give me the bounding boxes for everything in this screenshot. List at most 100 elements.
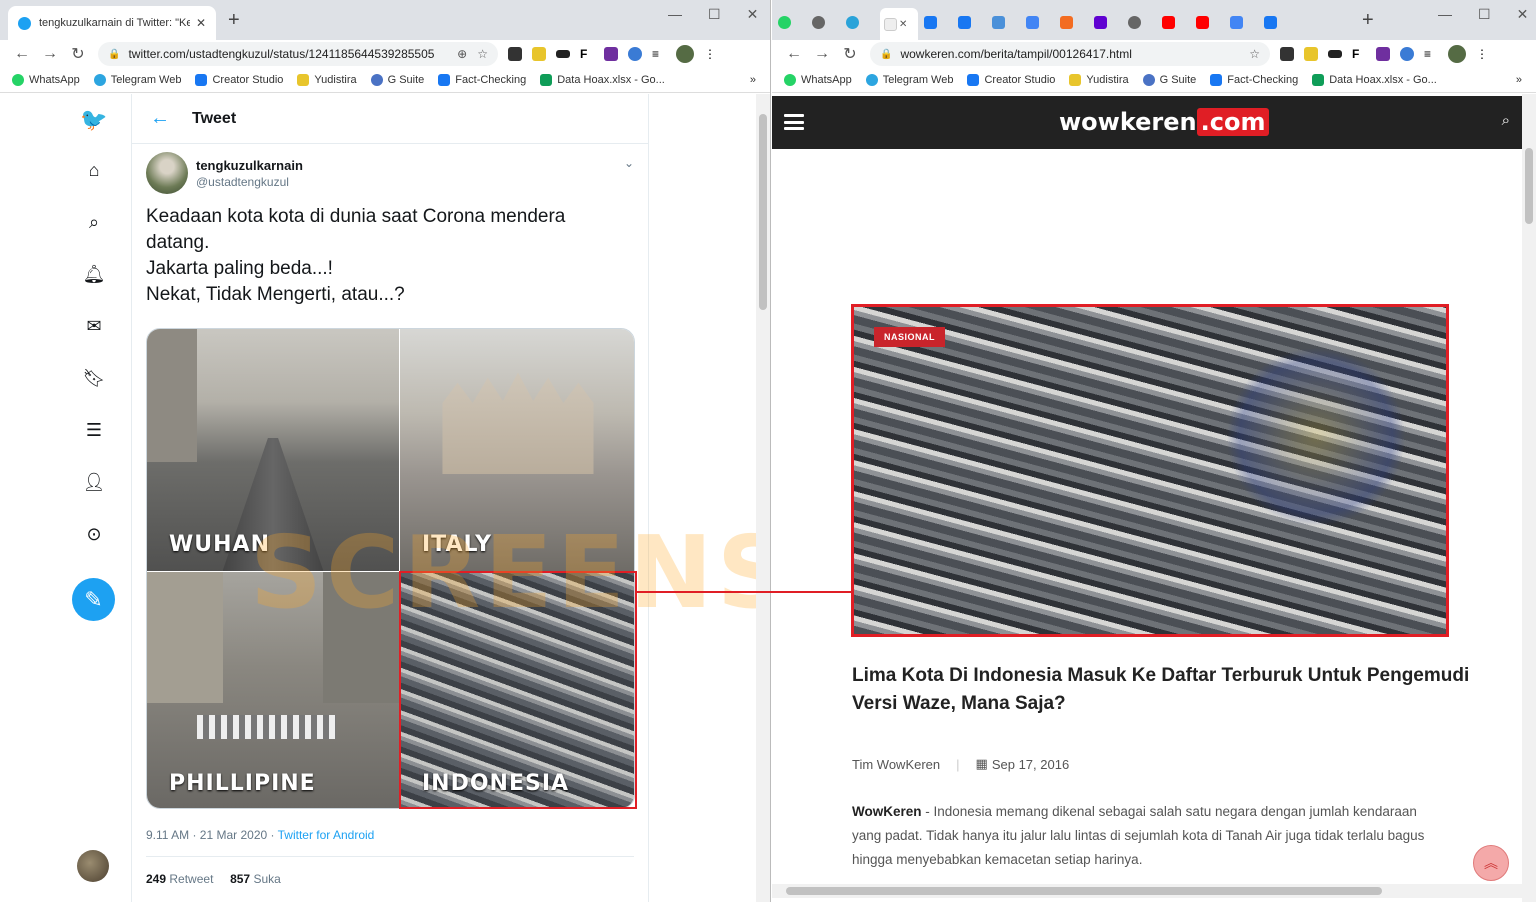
- tab-translate[interactable]: [1026, 11, 1054, 33]
- facebook-f-icon[interactable]: F: [1352, 47, 1366, 61]
- forward-arrow-icon[interactable]: →: [808, 45, 836, 63]
- tab-youtube[interactable]: [1162, 11, 1190, 33]
- extension-icon[interactable]: [604, 47, 618, 61]
- facebook-f-icon[interactable]: F: [580, 47, 594, 61]
- search-icon[interactable]: ⌕: [1502, 112, 1510, 129]
- extension-icon[interactable]: [1280, 47, 1294, 61]
- bookmark-yudistira[interactable]: Yudistira: [1069, 74, 1129, 86]
- menu-dots-icon[interactable]: ⋮: [1476, 47, 1490, 61]
- profile-avatar-icon[interactable]: [676, 45, 694, 63]
- bookmark-yudistira[interactable]: Yudistira: [297, 74, 357, 86]
- address-bar[interactable]: 🔒 wowkeren.com/berita/tampil/00126417.ht…: [870, 42, 1270, 66]
- reload-icon[interactable]: ↻: [836, 44, 864, 64]
- bookmark-data-hoax[interactable]: Data Hoax.xlsx - Go...: [540, 74, 665, 86]
- article-author[interactable]: Tim WowKeren: [852, 757, 940, 772]
- back-arrow-icon[interactable]: ←: [150, 107, 192, 130]
- profile-avatar-icon[interactable]: [1448, 45, 1466, 63]
- reload-icon[interactable]: ↻: [64, 44, 92, 64]
- forward-arrow-icon[interactable]: →: [36, 45, 64, 63]
- scrollbar-horizontal[interactable]: [772, 884, 1522, 898]
- mail-icon[interactable]: ✉: [82, 314, 106, 338]
- playlist-icon[interactable]: ≡: [1424, 47, 1438, 61]
- author-handle[interactable]: @ustadtengkuzul: [196, 175, 303, 189]
- compose-tweet-button[interactable]: ✎: [72, 578, 115, 621]
- account-avatar[interactable]: [77, 850, 109, 882]
- scrollbar-thumb[interactable]: [1525, 148, 1533, 224]
- bookmarks-overflow[interactable]: »: [750, 74, 756, 86]
- tab-youtube[interactable]: [1196, 11, 1224, 33]
- bookmark-fact-checking[interactable]: Fact-Checking: [1210, 74, 1298, 86]
- extension-icon[interactable]: [508, 47, 522, 61]
- tab-whatsapp[interactable]: [778, 11, 806, 33]
- scrollbar-thumb[interactable]: [759, 114, 767, 310]
- tab-wowkeren[interactable]: ✕: [880, 8, 918, 40]
- tweet-source-link[interactable]: Twitter for Android: [278, 828, 375, 842]
- bookmark-whatsapp[interactable]: WhatsApp: [784, 74, 852, 86]
- bookmark-gsuite[interactable]: G Suite: [1142, 74, 1196, 86]
- tab-link[interactable]: [1060, 11, 1088, 33]
- chevron-down-icon[interactable]: ⌄: [624, 156, 634, 170]
- more-icon[interactable]: ⊙: [82, 522, 106, 546]
- extension-icon[interactable]: [1400, 47, 1414, 61]
- tab-translate[interactable]: [1230, 11, 1258, 33]
- bookmark-creator-studio[interactable]: Creator Studio: [967, 74, 1055, 86]
- bell-icon[interactable]: 🔔︎: [82, 262, 106, 286]
- back-arrow-icon[interactable]: ←: [8, 45, 36, 63]
- bookmark-icon[interactable]: 🔖︎: [82, 366, 106, 390]
- bookmarks-overflow[interactable]: »: [1516, 74, 1522, 86]
- tab-twitter[interactable]: tengkuzulkarnain di Twitter: "Kea ✕: [8, 6, 216, 40]
- extension-icon[interactable]: [628, 47, 642, 61]
- menu-dots-icon[interactable]: ⋮: [704, 47, 718, 61]
- add-icon[interactable]: ⊕: [457, 47, 467, 61]
- scrollbar-thumb[interactable]: [786, 887, 1382, 895]
- author-avatar[interactable]: [146, 152, 188, 194]
- tweet-author[interactable]: tengkuzulkarnain @ustadtengkuzul: [146, 152, 303, 194]
- scroll-to-top-button[interactable]: ︽: [1473, 845, 1509, 881]
- profile-icon[interactable]: 👤︎: [82, 470, 106, 494]
- author-name[interactable]: tengkuzulkarnain: [196, 158, 303, 173]
- scrollbar-vertical[interactable]: [1522, 94, 1536, 902]
- star-icon[interactable]: ☆: [477, 47, 488, 61]
- close-window-icon[interactable]: ✕: [747, 6, 759, 23]
- minimize-icon[interactable]: —: [1438, 6, 1452, 23]
- site-logo[interactable]: wowkeren .com: [1059, 108, 1270, 136]
- playlist-icon[interactable]: ≡: [652, 47, 666, 61]
- glasses-icon[interactable]: [1328, 50, 1342, 58]
- star-icon[interactable]: ☆: [1249, 47, 1260, 61]
- like-count[interactable]: 857: [230, 872, 250, 886]
- maximize-icon[interactable]: ☐: [708, 6, 721, 23]
- minimize-icon[interactable]: —: [668, 6, 682, 23]
- tab-facebook[interactable]: [924, 11, 952, 33]
- tab-chrome[interactable]: [1128, 11, 1156, 33]
- bookmark-whatsapp[interactable]: WhatsApp: [12, 74, 80, 86]
- media-italy[interactable]: ITALY: [400, 329, 634, 571]
- list-icon[interactable]: ☰: [82, 418, 106, 442]
- new-tab-icon[interactable]: +: [228, 10, 240, 30]
- home-icon[interactable]: ⌂: [82, 158, 106, 182]
- bookmark-data-hoax[interactable]: Data Hoax.xlsx - Go...: [1312, 74, 1437, 86]
- tab-app[interactable]: [846, 11, 874, 33]
- bookmark-telegram[interactable]: Telegram Web: [93, 74, 181, 86]
- new-tab-icon[interactable]: +: [1362, 10, 1374, 30]
- twitter-bird-icon[interactable]: 🐦: [80, 107, 107, 132]
- category-tag[interactable]: NASIONAL: [874, 327, 945, 347]
- article-hero-image[interactable]: NASIONAL: [851, 304, 1449, 637]
- extension-icon[interactable]: [1304, 47, 1318, 61]
- scrollbar-vertical[interactable]: [756, 94, 770, 902]
- tab-facebook[interactable]: [1264, 11, 1292, 33]
- tab-close-icon[interactable]: ✕: [899, 19, 907, 30]
- tab-yahoo[interactable]: [1094, 11, 1122, 33]
- tab-analytics[interactable]: [992, 11, 1020, 33]
- media-wuhan[interactable]: WUHAN: [147, 329, 399, 571]
- hamburger-menu-icon[interactable]: [784, 114, 804, 130]
- search-icon[interactable]: ⌕: [82, 210, 106, 234]
- bookmark-fact-checking[interactable]: Fact-Checking: [438, 74, 526, 86]
- media-phillipine[interactable]: PHILLIPINE: [147, 572, 399, 808]
- bookmark-gsuite[interactable]: G Suite: [370, 74, 424, 86]
- tab-close-icon[interactable]: ✕: [196, 16, 206, 30]
- address-bar[interactable]: 🔒 twitter.com/ustadtengkuzul/status/1241…: [98, 42, 498, 66]
- maximize-icon[interactable]: ☐: [1478, 6, 1491, 23]
- close-window-icon[interactable]: ✕: [1517, 6, 1529, 23]
- retweet-count[interactable]: 249: [146, 872, 166, 886]
- bookmark-creator-studio[interactable]: Creator Studio: [195, 74, 283, 86]
